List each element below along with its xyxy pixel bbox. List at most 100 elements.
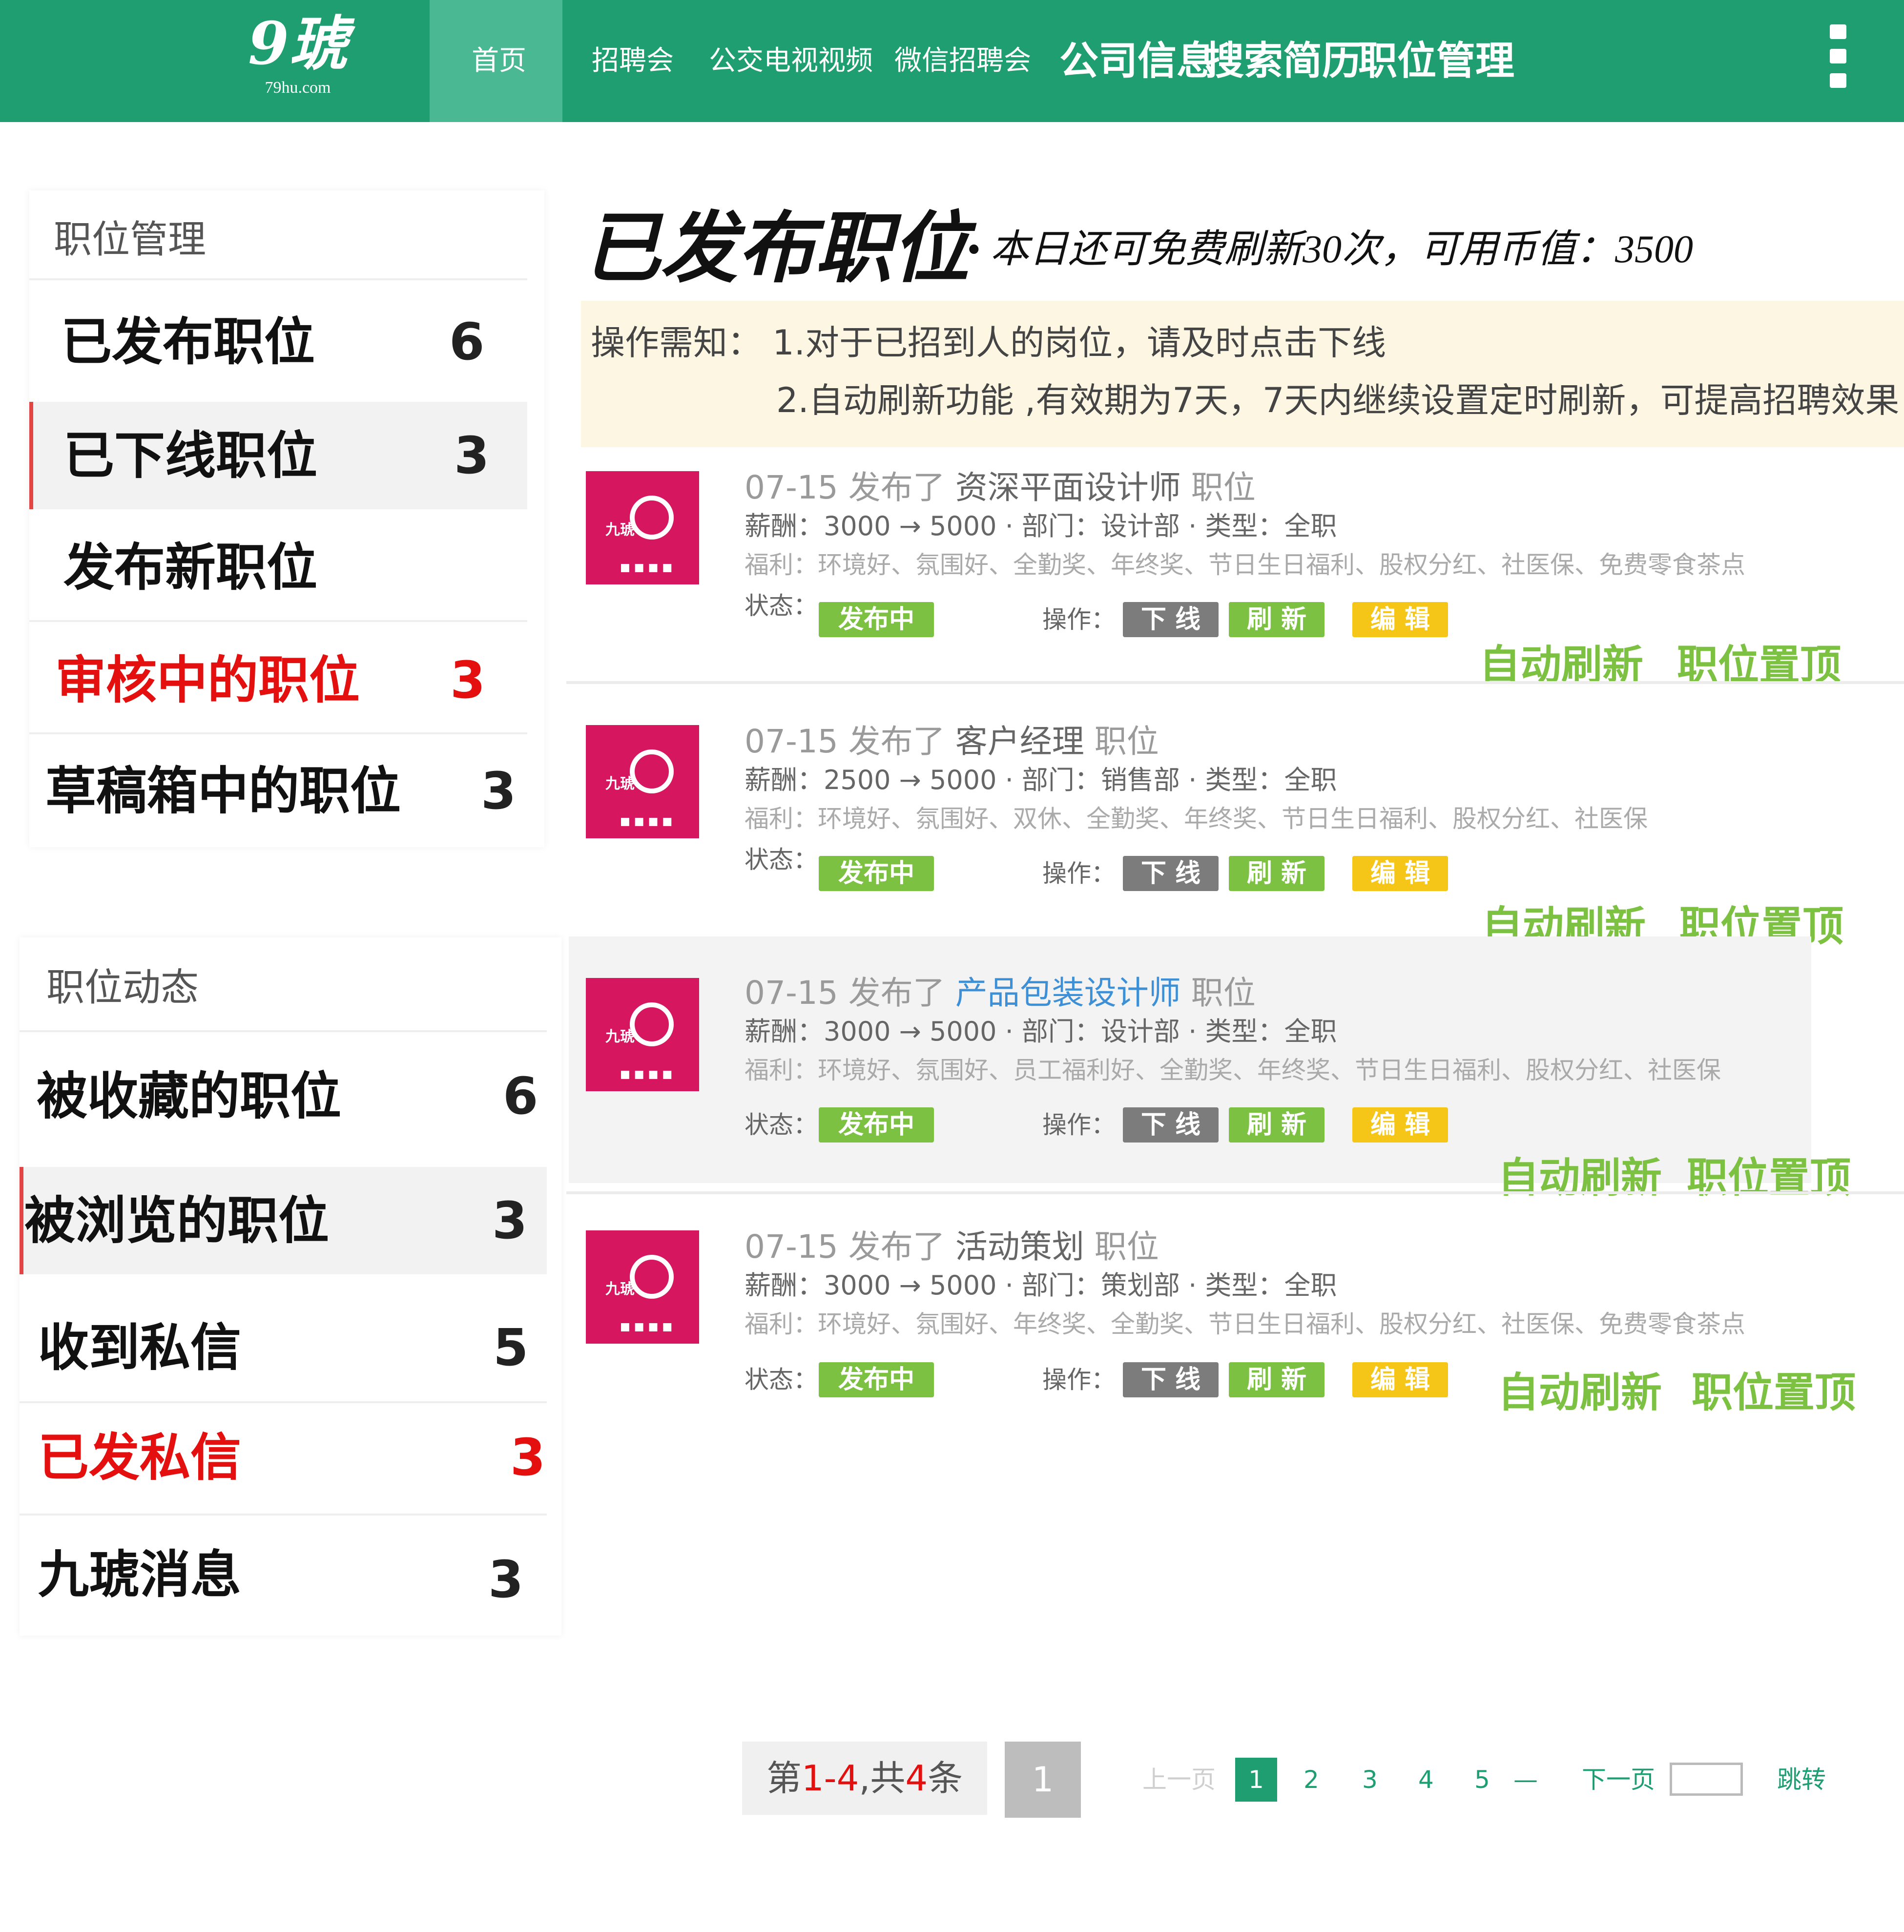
sidebar-item-label: 被浏览的职位	[24, 1191, 330, 1250]
company-logo-thumbnail: 九琥 ■■■■	[586, 471, 699, 584]
job-card: 九琥 ■■■■ 07-15 发布了 资深平面设计师 职位 薪酬：3000 → 50…	[569, 447, 1904, 698]
job-date: 07-15 发布了	[745, 974, 945, 1012]
nav-bus-tv-video[interactable]: 公交电视视频	[709, 0, 873, 122]
edit-button[interactable]: 编 辑	[1352, 1107, 1448, 1143]
company-logo-thumbnail: 九琥 ■■■■	[586, 1230, 699, 1344]
sidebar-item-messages-received[interactable]: 收到私信 5	[20, 1294, 547, 1401]
sidebar-item-label: 审核中的职位	[55, 650, 360, 710]
sidebar-item-jiuhu-messages[interactable]: 九琥消息 3	[20, 1521, 547, 1628]
sidebar-item-drafts[interactable]: 草稿箱中的职位 3	[29, 737, 527, 845]
refresh-button[interactable]: 刷 新	[1229, 602, 1325, 637]
sidebar-item-count: 3	[454, 426, 490, 485]
refresh-button[interactable]: 刷 新	[1229, 1107, 1325, 1143]
nav-job-fair[interactable]: 招聘会	[592, 0, 674, 122]
sidebar-item-under-review[interactable]: 审核中的职位 3	[29, 626, 527, 734]
job-position-link[interactable]: 资深平面设计师	[955, 469, 1181, 506]
divider	[20, 1401, 547, 1403]
status-label: 状态：	[745, 1111, 818, 1139]
ops-label: 操作：	[1042, 1366, 1116, 1394]
job-salary: 薪酬：2500 → 5000 · 部门：销售部 · 类型：全职	[745, 765, 1337, 795]
job-date: 07-15 发布了	[745, 1228, 945, 1266]
sidebar-item-label: 收到私信	[38, 1318, 242, 1377]
job-card: 九琥 ■■■■ 07-15 发布了 活动策划 职位 薪酬：3000 → 5000 …	[569, 1196, 1904, 1448]
job-suffix: 职位	[1191, 974, 1256, 1012]
sidebar-item-count: 6	[503, 1066, 538, 1126]
page-4-link[interactable]: 4	[1418, 1758, 1434, 1802]
page-5-link[interactable]: 5	[1474, 1758, 1490, 1802]
status-label: 状态：	[745, 592, 818, 620]
status-label: 状态：	[745, 846, 818, 874]
job-date: 07-15 发布了	[745, 723, 945, 760]
notice-line-1: 操作需知： 1.对于已招到人的岗位，请及时点击下线	[591, 323, 1387, 363]
sidebar-item-messages-sent[interactable]: 已发私信 3	[20, 1404, 547, 1511]
sidebar-item-count: 3	[450, 650, 486, 710]
sidebar-item-offline[interactable]: 已下线职位 3	[29, 402, 527, 509]
sidebar-item-count: 3	[481, 761, 517, 821]
edit-button[interactable]: 编 辑	[1352, 1362, 1448, 1397]
job-date: 07-15 发布了	[745, 469, 945, 506]
auto-refresh-link[interactable]: 自动刷新	[1498, 1145, 1662, 1204]
job-welfare: 福利：环境好、氛围好、全勤奖、年终奖、节日生日福利、股权分红、社医保、免费零食茶…	[745, 551, 1745, 579]
operation-notice: 操作需知： 1.对于已招到人的岗位，请及时点击下线 2.自动刷新功能 ,有效期为…	[581, 301, 1904, 447]
pin-top-link[interactable]: 职位置顶	[1687, 1145, 1851, 1204]
nav-wechat-job-fair[interactable]: 微信招聘会	[894, 0, 1031, 122]
job-position-link[interactable]: 产品包装设计师	[955, 974, 1181, 1012]
job-suffix: 职位	[1094, 723, 1159, 760]
pin-top-link[interactable]: 职位置顶	[1692, 1360, 1856, 1419]
prev-page-link[interactable]: 上一页	[1142, 1758, 1216, 1802]
offline-button[interactable]: 下 线	[1123, 1362, 1219, 1397]
sidebar-item-count: 5	[493, 1318, 529, 1377]
nav-company-info[interactable]: 公司信息	[1059, 0, 1216, 122]
job-salary: 薪酬：3000 → 5000 · 部门：策划部 · 类型：全职	[745, 1270, 1337, 1301]
next-page-link[interactable]: 下一页	[1582, 1758, 1655, 1802]
offline-button[interactable]: 下 线	[1123, 1107, 1219, 1143]
ops-label: 操作：	[1042, 605, 1116, 634]
nav-job-management[interactable]: 职位管理	[1358, 0, 1514, 122]
edit-button[interactable]: 编 辑	[1352, 602, 1448, 637]
nav-home[interactable]: 首页	[472, 0, 526, 122]
divider	[29, 620, 527, 622]
job-headline: 07-15 发布了 产品包装设计师 职位	[745, 967, 1256, 1014]
sidebar-item-favorited[interactable]: 被收藏的职位 6	[20, 1042, 547, 1150]
company-logo-thumbnail: 九琥 ■■■■	[586, 725, 699, 838]
edit-button[interactable]: 编 辑	[1352, 856, 1448, 891]
sidebar-item-published[interactable]: 已发布职位 6	[29, 288, 527, 395]
sidebar-item-label: 已发布职位	[61, 312, 315, 372]
jump-button[interactable]: 跳转	[1777, 1758, 1826, 1802]
sidebar-item-count: 3	[488, 1550, 524, 1609]
sidebar-item-count: 3	[510, 1428, 546, 1487]
sidebar-item-label: 已下线职位	[63, 426, 318, 485]
sidebar-job-management: 职位管理 已发布职位 6 已下线职位 3 发布新职位 审核中的职位 3 草稿箱中…	[29, 190, 544, 847]
status-badge: 发布中	[819, 602, 934, 637]
nav-search-resume[interactable]: 搜索简历	[1205, 0, 1361, 122]
page-number-box[interactable]: 1	[1005, 1742, 1081, 1818]
logo-mark: 9琥	[248, 9, 348, 78]
page-2-link[interactable]: 2	[1304, 1758, 1319, 1802]
divider	[29, 732, 527, 734]
status-label: 状态：	[745, 1366, 818, 1394]
site-logo[interactable]: 9琥 79hu.com	[234, 10, 361, 112]
job-headline: 07-15 发布了 活动策划 职位	[745, 1221, 1159, 1267]
job-suffix: 职位	[1191, 469, 1256, 506]
job-welfare: 福利：环境好、氛围好、年终奖、全勤奖、节日生日福利、股权分红、社医保、免费零食茶…	[745, 1310, 1745, 1338]
job-position-link[interactable]: 活动策划	[955, 1228, 1084, 1266]
refresh-quota-text: • 本日还可免费刷新30次，可用币值：3500	[967, 228, 1694, 271]
sidebar-item-label: 被收藏的职位	[37, 1066, 342, 1126]
page-3-link[interactable]: 3	[1362, 1758, 1378, 1802]
page-title: 已发布职位	[583, 203, 969, 293]
offline-button[interactable]: 下 线	[1123, 602, 1219, 637]
sidebar-item-post-new[interactable]: 发布新职位	[29, 514, 527, 621]
job-position-link[interactable]: 客户经理	[955, 723, 1084, 760]
jump-page-input[interactable]	[1670, 1763, 1743, 1796]
sidebar-item-viewed[interactable]: 被浏览的职位 3	[20, 1167, 547, 1274]
more-menu-icon[interactable]	[1830, 24, 1849, 98]
sidebar-item-label: 九琥消息	[38, 1545, 242, 1604]
sidebar-item-label: 发布新职位	[63, 538, 318, 597]
auto-refresh-link[interactable]: 自动刷新	[1498, 1360, 1662, 1419]
logo-domain: 79hu.com	[265, 79, 331, 97]
status-badge: 发布中	[819, 856, 934, 891]
offline-button[interactable]: 下 线	[1123, 856, 1219, 891]
refresh-button[interactable]: 刷 新	[1229, 1362, 1325, 1397]
page-1-current[interactable]: 1	[1235, 1758, 1277, 1802]
refresh-button[interactable]: 刷 新	[1229, 856, 1325, 891]
